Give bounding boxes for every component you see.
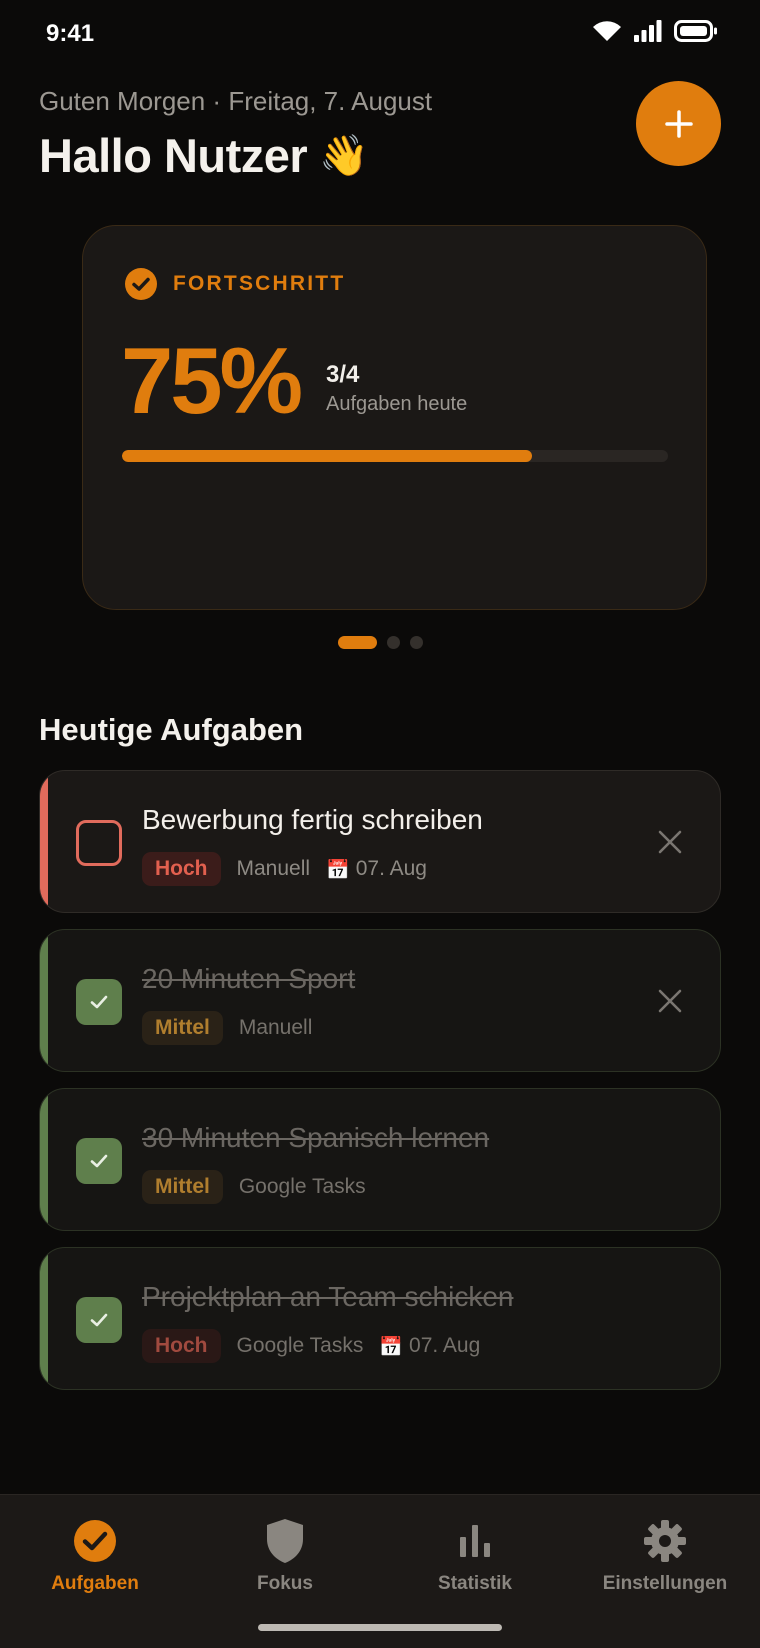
task-item[interactable]: Projektplan an Team schicken Hoch Google T…: [39, 1247, 721, 1390]
close-icon: [658, 989, 682, 1013]
progress-card-header: FORTSCHRITT: [125, 268, 345, 300]
bar-chart-icon: [460, 1525, 490, 1557]
task-meta: Mittel Google Tasks: [142, 1170, 366, 1204]
task-meta: Mittel Manuell: [142, 1011, 312, 1045]
add-task-button[interactable]: [636, 81, 721, 166]
calendar-icon: 📅: [379, 1335, 404, 1358]
progress-count-label: Aufgaben heute: [326, 393, 468, 415]
gear-icon: [644, 1520, 686, 1562]
nav-label-einstellungen: Einstellungen: [602, 1573, 728, 1594]
task-priority-stripe: [40, 771, 48, 912]
progress-count: 3/4: [326, 361, 360, 388]
priority-badge: Hoch: [142, 852, 221, 886]
task-item[interactable]: 30 Minuten Spanisch lernen Mittel Google T…: [39, 1088, 721, 1231]
plus-icon: [664, 109, 693, 138]
task-priority-stripe: [40, 930, 48, 1071]
wifi-icon: [593, 21, 621, 41]
checkmark-icon: [90, 995, 108, 1009]
greeting-date: Guten Morgen · Freitag, 7. August: [39, 86, 433, 116]
task-checkbox[interactable]: [76, 820, 122, 866]
nav-item-statistik[interactable]: Statistik: [380, 1517, 570, 1595]
progress-bar-fill: [122, 450, 532, 462]
pager-dot[interactable]: [386, 636, 400, 649]
checkmark-icon: [90, 1154, 108, 1168]
checkmark-icon: [90, 1313, 108, 1327]
task-source: Manuell: [238, 1016, 313, 1039]
task-checkbox[interactable]: [76, 1138, 122, 1184]
delete-task-button[interactable]: [656, 987, 684, 1015]
page-title: Hallo Nutzer 👋: [39, 128, 369, 183]
priority-badge: Mittel: [142, 1170, 223, 1204]
pager-dot[interactable]: [409, 636, 423, 649]
progress-percent: 75%: [121, 328, 303, 433]
status-bar: 9:41: [0, 0, 760, 70]
section-title-today: Heutige Aufgaben: [39, 712, 304, 747]
task-title: 20 Minuten Sport: [142, 963, 356, 994]
task-checkbox[interactable]: [76, 1297, 122, 1343]
priority-badge: Hoch: [142, 1329, 221, 1363]
progress-bar: [122, 450, 668, 462]
nav-item-aufgaben[interactable]: Aufgaben: [0, 1517, 190, 1595]
task-due-date-text: 07. Aug: [355, 857, 427, 880]
delete-task-button[interactable]: [656, 828, 684, 856]
task-source: Google Tasks: [236, 1334, 364, 1357]
task-priority-stripe: [40, 1089, 48, 1230]
close-icon: [658, 830, 682, 854]
task-title: Projektplan an Team schicken: [142, 1281, 514, 1312]
task-title: 30 Minuten Spanisch lernen: [142, 1122, 490, 1153]
nav-item-einstellungen[interactable]: Einstellungen: [570, 1517, 760, 1595]
card-pager: [0, 636, 760, 649]
task-meta: Hoch Google Tasks 📅 07. Aug: [142, 1329, 480, 1363]
check-circle-icon: [74, 1520, 116, 1562]
nav-item-fokus[interactable]: Fokus: [190, 1517, 380, 1595]
nav-label-aufgaben: Aufgaben: [51, 1573, 139, 1594]
pager-dot[interactable]: [337, 636, 377, 649]
battery-icon: [674, 20, 717, 42]
home-indicator[interactable]: [258, 1624, 502, 1631]
task-due-date-text: 07. Aug: [409, 1334, 481, 1357]
status-time: 9:41: [46, 20, 95, 47]
nav-label-fokus: Fokus: [257, 1573, 313, 1594]
check-circle-icon: [125, 268, 157, 300]
task-due-date: 📅 07. Aug: [379, 1334, 480, 1358]
task-checkbox[interactable]: [76, 979, 122, 1025]
status-icons: [592, 20, 718, 42]
task-priority-stripe: [40, 1248, 48, 1389]
nav-label-statistik: Statistik: [438, 1573, 512, 1594]
task-title: Bewerbung fertig schreiben: [142, 804, 483, 835]
waving-hand-icon: 👋: [319, 133, 369, 179]
priority-badge: Mittel: [142, 1011, 223, 1045]
task-item[interactable]: Bewerbung fertig schreiben Hoch Manuell 📅 07…: [39, 770, 721, 913]
progress-card[interactable]: FORTSCHRITT 75% 3/4 Aufgaben heute: [82, 225, 707, 610]
task-source: Google Tasks: [238, 1175, 366, 1198]
signal-icon: [634, 20, 662, 42]
shield-icon: [267, 1519, 303, 1563]
task-item[interactable]: 20 Minuten Sport Mittel Manuell: [39, 929, 721, 1072]
task-due-date: 📅 07. Aug: [326, 857, 427, 881]
progress-card-label: FORTSCHRITT: [173, 272, 346, 295]
task-source: Manuell: [236, 857, 311, 880]
page-title-text: Hallo Nutzer: [39, 129, 308, 182]
task-meta: Hoch Manuell 📅 07. Aug: [142, 852, 427, 886]
calendar-icon: 📅: [326, 858, 350, 881]
